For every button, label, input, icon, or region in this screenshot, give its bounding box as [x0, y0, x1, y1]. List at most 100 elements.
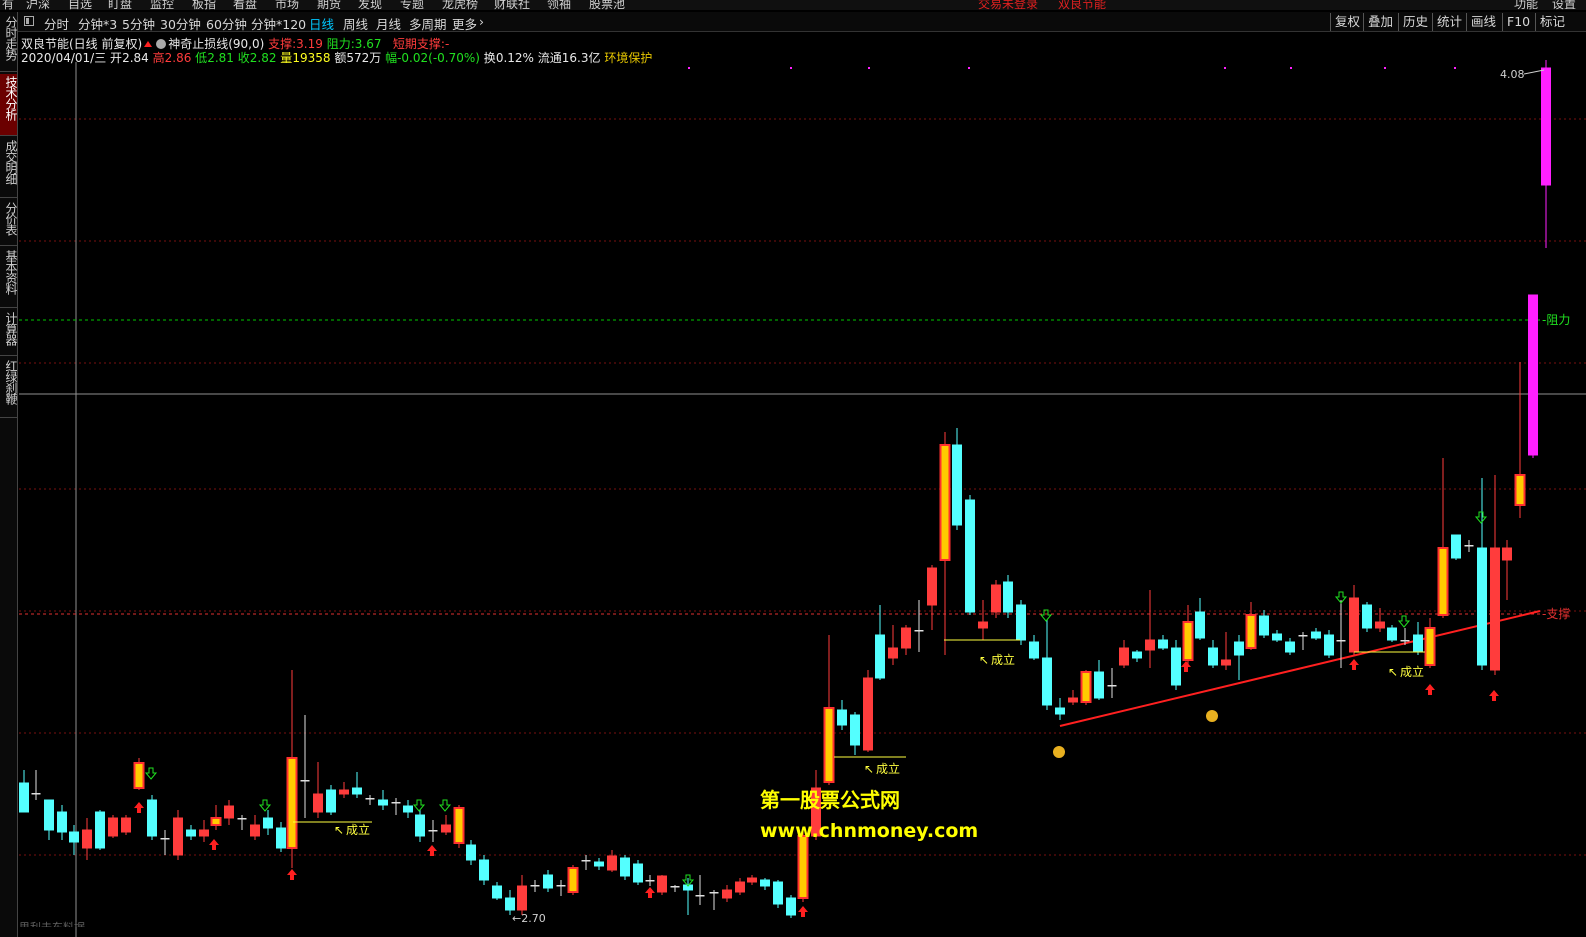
buy-arrow-icon: [287, 869, 297, 880]
candle-body-down: [1477, 547, 1487, 666]
established-label: 成立: [1400, 664, 1424, 679]
candle-body-down: [1311, 631, 1321, 639]
buy-arrow-icon: [427, 845, 437, 856]
candle-body-down: [786, 897, 796, 916]
candle-body-down: [1132, 651, 1142, 659]
candle-body-up: [1349, 597, 1359, 653]
quote-date: 2020/04/01/三: [21, 51, 107, 65]
watermark-url: www.chnmoney.com: [760, 820, 979, 842]
volume-value: 19358: [292, 51, 331, 65]
candle-body-down: [1029, 641, 1039, 659]
change-label: 幅: [385, 51, 398, 65]
candle-body-doji: [581, 860, 591, 862]
footer-text: 思利去东料据: [19, 919, 85, 927]
candle-body-down: [505, 897, 515, 911]
trend-line: [1059, 610, 1541, 727]
candle-body-doji: [556, 885, 566, 887]
candle-body-doji: [1400, 640, 1410, 642]
candle-body-down: [19, 782, 29, 813]
concept-tag[interactable]: 环境保护: [604, 51, 652, 65]
candle-body-doji: [670, 886, 680, 888]
candle-body-down: [378, 799, 388, 806]
candle-body-down: [403, 805, 413, 813]
candle-body-signal: [133, 762, 145, 789]
candle-body-up: [991, 584, 1001, 613]
candle-body-doji: [1464, 545, 1474, 547]
signal-dot: [968, 67, 970, 69]
support-axis-label: -支撑: [1542, 606, 1570, 621]
candle-body-down: [1003, 581, 1013, 613]
eye-icon[interactable]: [156, 39, 167, 49]
money-bag-icon: [1053, 746, 1065, 758]
candle-body-down: [57, 811, 67, 833]
candle-body-up: [735, 881, 745, 893]
candle-body-signal: [1080, 671, 1092, 703]
candle-body-down: [352, 787, 362, 795]
candle-body-doji: [695, 895, 705, 897]
established-arrow-icon: ↖: [864, 762, 874, 776]
candle-body-up: [1221, 659, 1231, 666]
candle-body-down: [1234, 641, 1244, 656]
candle-body-up: [173, 817, 183, 856]
candle-body-signal: [1514, 474, 1526, 506]
candle-body-down: [850, 714, 860, 746]
chart-grid: [19, 118, 1586, 856]
candle-body-down: [186, 829, 196, 837]
candle-body-up: [108, 817, 118, 837]
up-arrow-icon: [144, 41, 153, 47]
candle-body-up: [978, 621, 988, 629]
candle-body-down: [95, 811, 105, 849]
signal-dot: [790, 67, 792, 69]
candle-body-up: [1502, 547, 1512, 561]
high-label: 高: [152, 51, 165, 65]
candle-body-doji: [1336, 640, 1346, 642]
change-value: -0.02(-0.70%): [397, 51, 480, 65]
candle-body-down: [1195, 611, 1205, 639]
buy-arrow-icon: [209, 839, 219, 850]
candle-body-down: [1324, 634, 1334, 656]
candle-body-signal: [797, 835, 809, 899]
candle-body-signal: [939, 444, 951, 561]
buy-arrow-icon: [134, 802, 144, 813]
established-label: 成立: [876, 761, 900, 776]
candle-body-up: [1375, 621, 1385, 629]
candle-body-down: [620, 857, 630, 877]
amount-value: 572万: [346, 51, 382, 65]
candle-body-down: [466, 844, 476, 861]
candle-body-magenta: [1541, 67, 1551, 186]
chart-labels: ↖ 成立↖ 成立↖ 成立↖ 成立-阻力-支撑4.08←2.70: [293, 68, 1570, 925]
sell-arrow-icon: [1474, 511, 1488, 524]
candle-body-signal: [1437, 547, 1449, 616]
candle-body-down: [633, 863, 643, 883]
established-arrow-icon: ↖: [1388, 665, 1398, 679]
candle-body-signal: [453, 807, 465, 844]
turnover-label: 换: [483, 51, 496, 65]
candle-body-up: [82, 829, 92, 849]
candle-body-up: [863, 677, 873, 751]
candle-body-down: [326, 789, 336, 813]
candle-body-signal: [823, 707, 835, 783]
candle-body-down: [1259, 615, 1269, 636]
candle-body-up: [121, 817, 131, 833]
open-value: 2.84: [122, 51, 149, 65]
candle-body-up: [607, 855, 617, 871]
candle-body-up: [1490, 547, 1500, 671]
buy-arrow-icon: [1489, 690, 1499, 701]
candle-body-down: [760, 879, 770, 887]
sell-arrow-icon: [1397, 615, 1411, 628]
candle-body-down: [952, 444, 962, 526]
sell-arrow-icon: [258, 799, 272, 812]
candle-body-doji: [31, 793, 41, 795]
signal-dot: [1290, 67, 1292, 69]
buy-arrow-icon: [1425, 684, 1435, 695]
candle-body-down: [1208, 647, 1218, 666]
candle-body-doji: [160, 838, 170, 840]
candle-body-doji: [428, 830, 438, 832]
quote-line: 2020/04/01/三 开2.84 高2.86 低2.81 收2.82 量19…: [21, 49, 652, 66]
candle-body-doji: [1107, 685, 1117, 687]
close-value: 2.82: [249, 51, 277, 65]
candle-body-down: [1055, 707, 1065, 715]
volume-label: 量: [280, 51, 293, 65]
money-bag-icon: [1206, 710, 1218, 722]
candle-body-signal: [210, 817, 222, 826]
